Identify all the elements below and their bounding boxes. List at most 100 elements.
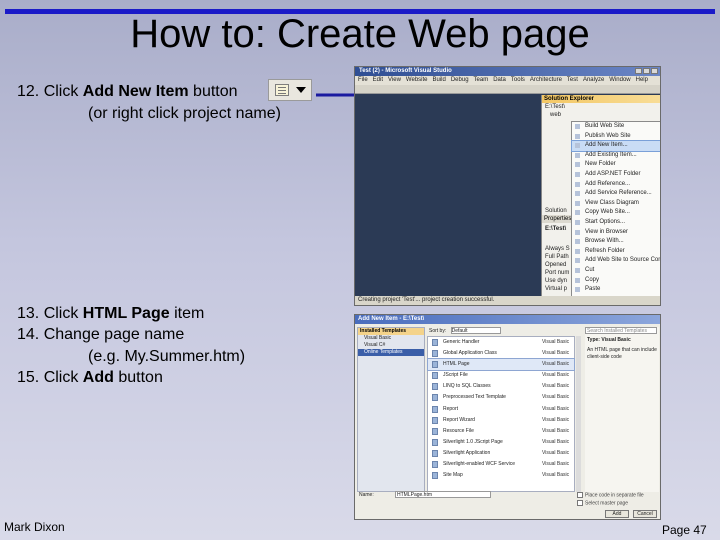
template-item[interactable]: Silverlight 1.0 JScript Page Visual Basic [428, 437, 574, 448]
property-rows: Always S Full Path Opened Port num Use dyn Vi… [542, 245, 570, 293]
context-menu-item[interactable]: New Folder [572, 160, 660, 170]
context-menu: Build Web Site Publish Web Site Add New It… [571, 121, 660, 305]
vs-menu-item[interactable]: Help [636, 77, 648, 83]
sort-label: Sort by: [429, 327, 447, 334]
template-item[interactable]: Silverlight Application Visual Basic [428, 448, 574, 459]
vs-menu-item[interactable]: View [388, 77, 401, 83]
context-menu-item[interactable]: Cut [572, 266, 660, 276]
template-item-name: Silverlight Application [443, 449, 491, 456]
context-menu-item[interactable]: Build Web Site [572, 122, 660, 132]
template-file-icon [432, 372, 438, 380]
template-item-language: Visual Basic [542, 372, 570, 379]
context-menu-item[interactable]: View Class Diagram [572, 199, 660, 209]
context-menu-item[interactable]: Add New Item... [571, 140, 660, 152]
step-15-prefix: 15. Click [17, 369, 83, 386]
template-item[interactable]: Generic Handler Visual Basic [428, 337, 574, 348]
vs-menu-bar: File Edit View Website Build Debug Team Data Too… [355, 76, 660, 85]
template-item[interactable]: Preprocessed Text Template Visual Basic [428, 392, 574, 403]
search-templates-input[interactable]: Search Installed Templates [585, 327, 657, 334]
context-menu-item[interactable]: Add Web Site to Source Cont [572, 256, 660, 266]
template-description: An HTML page that can include client-sid… [587, 347, 657, 360]
template-item[interactable]: HTML Page Visual Basic [427, 358, 575, 372]
context-menu-item[interactable]: Copy [572, 276, 660, 286]
template-file-icon [432, 361, 438, 369]
vs-menu-item[interactable]: Debug [451, 77, 469, 83]
step-12-note: (or right click project name) [88, 105, 281, 122]
vs-menu-item[interactable]: Team [474, 77, 489, 83]
template-item[interactable]: Resource File Visual Basic [428, 426, 574, 437]
template-file-icon [432, 383, 438, 391]
step-13-prefix: 13. Click [17, 305, 83, 322]
vs-menu-item[interactable]: Build [433, 77, 446, 83]
template-file-icon [432, 416, 438, 424]
vs-menu-item[interactable]: Website [406, 77, 428, 83]
context-menu-item[interactable]: Paste [572, 285, 660, 295]
name-input[interactable]: HTMLPage.htm [395, 491, 491, 498]
property-row[interactable]: Full Path [542, 253, 570, 261]
property-row[interactable]: Opened [542, 261, 570, 269]
vs-menu-item[interactable]: Data [493, 77, 506, 83]
page-number: Page 47 [662, 523, 707, 537]
vs-menu-item[interactable]: Test [567, 77, 578, 83]
step-12-prefix: 12. Click [17, 83, 83, 100]
context-menu-item[interactable]: Browse With... [572, 237, 660, 247]
template-item[interactable]: Global Application Class Visual Basic [428, 348, 574, 359]
context-menu-item[interactable]: Add Service Reference... [572, 189, 660, 199]
context-menu-item[interactable]: Add ASP.NET Folder [572, 170, 660, 180]
template-item-name: Generic Handler [443, 339, 480, 345]
sidebar-item-online-templates[interactable]: Online Templates [358, 349, 424, 356]
sidebar-item-visual-csharp[interactable]: Visual C# [358, 342, 424, 349]
template-file-icon [432, 438, 438, 446]
property-row[interactable]: Port num [542, 269, 570, 277]
tree-root[interactable]: E:\Test\ [542, 103, 660, 111]
context-menu-item[interactable]: Copy Web Site... [572, 208, 660, 218]
step-15-bold: Add [82, 369, 114, 386]
context-menu-item[interactable]: Publish Web Site [572, 132, 660, 142]
separate-file-checkbox[interactable]: Place code in separate file [577, 492, 644, 499]
context-menu-item[interactable]: Start Options... [572, 218, 660, 228]
context-menu-item[interactable]: Add Reference... [572, 180, 660, 190]
template-item[interactable]: Report Wizard Visual Basic [428, 415, 574, 426]
template-item-name: Silverlight-enabled WCF Service [443, 461, 515, 468]
template-details: Search Installed Templates Type: Visual … [585, 327, 659, 492]
template-item-language: Visual Basic [542, 361, 570, 368]
template-file-icon [432, 339, 438, 346]
context-menu-item[interactable]: Refresh Folder [572, 247, 660, 257]
sort-select[interactable]: Default [450, 327, 501, 334]
template-item[interactable]: Silverlight-enabled WCF Service Visual Ba… [428, 459, 574, 470]
tree-web[interactable]: web [542, 111, 660, 119]
vs-menu-item[interactable]: Tools [511, 77, 525, 83]
template-file-icon [432, 472, 438, 480]
context-menu-item[interactable]: View in Browser [572, 228, 660, 238]
cancel-button[interactable]: Cancel [633, 510, 657, 518]
vs-menu-item[interactable]: File [358, 77, 368, 83]
template-item[interactable]: Report Visual Basic [428, 404, 574, 415]
template-item-language: Visual Basic [542, 383, 570, 390]
vs-menu-item[interactable]: Window [609, 77, 630, 83]
sidebar-item-visual-basic[interactable]: Visual Basic [358, 335, 424, 342]
add-new-item-button-image [268, 79, 312, 101]
template-list-scrollbar[interactable] [576, 336, 581, 492]
property-row[interactable]: Virtual p [542, 285, 570, 293]
context-menu-item[interactable]: Add Existing Item... [572, 151, 660, 161]
solution-tab[interactable]: Solution [542, 207, 567, 215]
vs-window-buttons [635, 68, 658, 74]
template-item[interactable]: JScript File Visual Basic [428, 370, 574, 381]
vs-menu-item[interactable]: Architecture [530, 77, 562, 83]
template-item-name: HTML Page [443, 361, 470, 368]
minimize-icon [635, 68, 642, 74]
template-item[interactable]: LINQ to SQL Classes Visual Basic [428, 381, 574, 392]
dialog-title: Add New Item - E:\Test\ [355, 315, 660, 324]
template-item[interactable]: Site Map Visual Basic [428, 470, 574, 481]
template-item-name: LINQ to SQL Classes [443, 383, 491, 390]
template-sidebar: Installed Templates Visual Basic Visual … [357, 327, 425, 492]
step-12-bold: Add New Item [82, 83, 189, 100]
master-page-checkbox[interactable]: Select master page [577, 500, 628, 507]
property-row[interactable]: Use dyn [542, 277, 570, 285]
property-row[interactable]: Always S [542, 245, 570, 253]
template-item-language: Visual Basic [542, 427, 570, 434]
template-item-name: Report Wizard [443, 416, 475, 423]
vs-menu-item[interactable]: Analyze [583, 77, 604, 83]
vs-menu-item[interactable]: Edit [373, 77, 383, 83]
add-button[interactable]: Add [605, 510, 629, 518]
